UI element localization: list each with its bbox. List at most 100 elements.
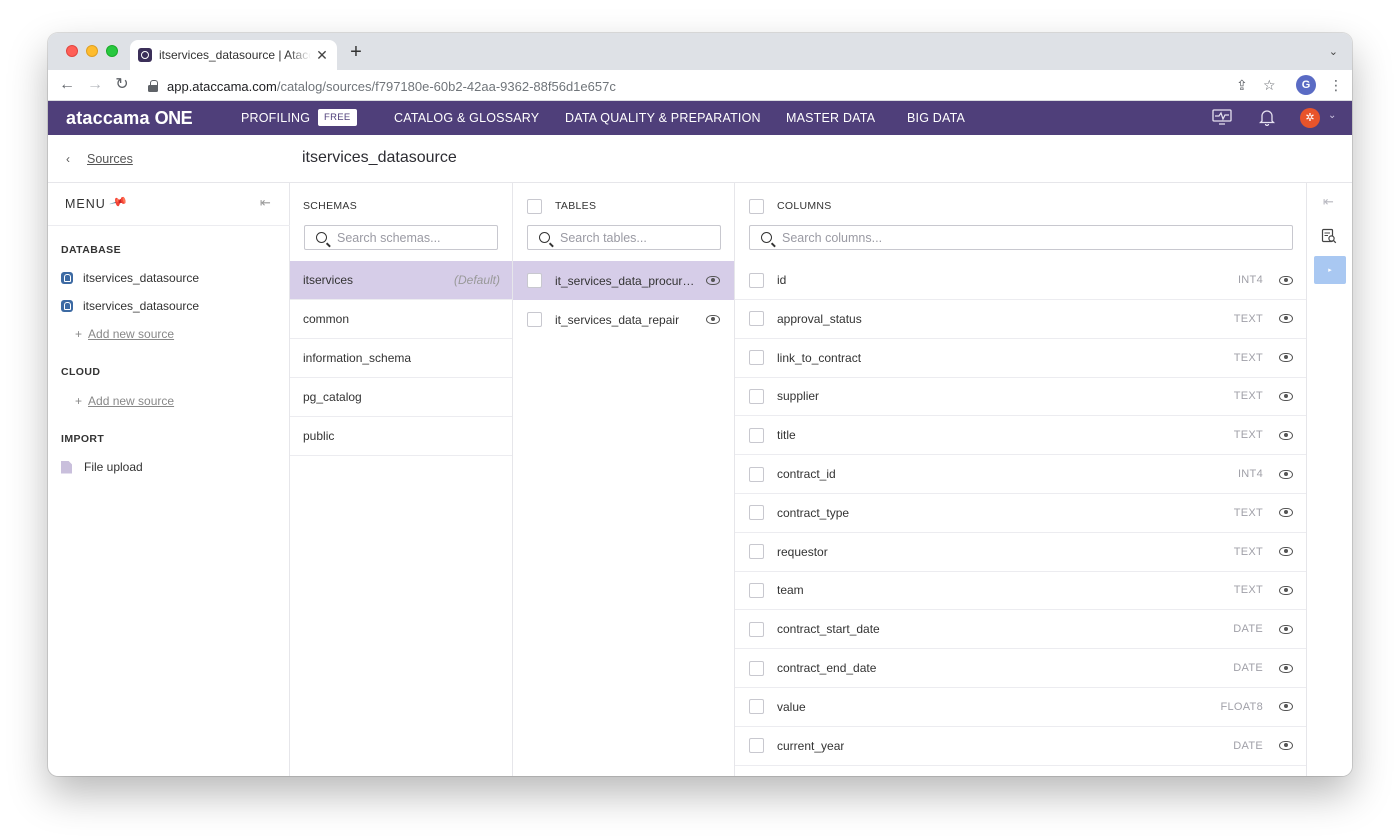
add-database-source-link[interactable]: + Add new source [75, 327, 174, 341]
search-schemas-input[interactable] [337, 230, 491, 245]
column-row[interactable]: value FLOAT8 [735, 688, 1306, 727]
search-columns-input[interactable] [782, 230, 1234, 245]
column-row[interactable]: contract_end_date DATE [735, 649, 1306, 688]
preview-eye-icon[interactable] [1279, 469, 1293, 479]
schema-row-public[interactable]: public [290, 417, 512, 456]
lock-icon [148, 80, 158, 92]
preview-eye-icon[interactable] [1279, 741, 1293, 751]
preview-eye-icon[interactable] [1279, 547, 1293, 557]
column-checkbox[interactable] [749, 699, 764, 715]
column-checkbox[interactable] [749, 660, 764, 676]
column-row[interactable]: title TEXT [735, 416, 1306, 456]
chevron-left-icon[interactable]: ‹ [66, 152, 70, 166]
preview-eye-icon[interactable] [1279, 430, 1293, 440]
preview-eye-icon[interactable] [1279, 314, 1293, 324]
browser-profile-avatar[interactable]: G [1296, 75, 1316, 95]
column-checkbox[interactable] [749, 350, 764, 366]
column-checkbox[interactable] [749, 738, 764, 754]
column-checkbox[interactable] [749, 466, 764, 482]
column-checkbox[interactable] [749, 272, 764, 288]
preview-eye-icon[interactable] [1279, 702, 1293, 712]
nav-catalog-glossary[interactable]: CATALOG & GLOSSARY [394, 111, 539, 125]
select-all-columns-checkbox[interactable] [749, 199, 764, 214]
close-tab-icon[interactable]: ✕ [315, 47, 329, 64]
share-icon[interactable]: ⇪ [1236, 77, 1248, 94]
minimize-window-button[interactable] [86, 45, 98, 57]
column-checkbox[interactable] [749, 311, 764, 327]
new-tab-button[interactable]: + [346, 42, 366, 62]
column-row[interactable]: id INT4 [735, 261, 1306, 300]
nav-data-quality-preparation[interactable]: DATA QUALITY & PREPARATION [565, 111, 761, 125]
preview-eye-icon[interactable] [1279, 585, 1293, 595]
schema-row-itservices[interactable]: itservices (Default) [290, 261, 512, 300]
column-row[interactable]: contract_start_date DATE [735, 610, 1306, 650]
collapse-menu-icon[interactable]: ⇤ [260, 195, 271, 211]
browser-menu-icon[interactable]: ⋮ [1329, 77, 1343, 94]
column-row[interactable]: approval_status TEXT [735, 300, 1306, 339]
column-row[interactable]: contract_id INT4 [735, 455, 1306, 494]
browser-tab[interactable]: itservices_datasource | Ataccama ONE ✕ [130, 40, 337, 70]
tab-search-chevron-icon[interactable]: ⌄ [1329, 45, 1338, 58]
forward-arrow-icon[interactable]: → [85, 75, 105, 95]
table-row[interactable]: it_services_data_repair [513, 300, 734, 339]
user-menu-chevron-icon[interactable]: ⌄ [1328, 110, 1336, 121]
schema-row-information-schema[interactable]: information_schema [290, 339, 512, 378]
column-checkbox[interactable] [749, 388, 764, 404]
free-badge: FREE [318, 109, 357, 126]
column-row[interactable]: contract_type TEXT [735, 494, 1306, 533]
select-all-tables-checkbox[interactable] [527, 199, 542, 214]
back-arrow-icon[interactable]: ← [57, 75, 77, 95]
preview-eye-icon[interactable] [706, 315, 720, 324]
database-item[interactable]: itservices_datasource [61, 299, 199, 313]
column-checkbox[interactable] [749, 582, 764, 598]
schema-row-pg-catalog[interactable]: pg_catalog [290, 378, 512, 417]
preview-eye-icon[interactable] [1279, 353, 1293, 363]
table-checkbox[interactable] [527, 273, 542, 288]
address-bar[interactable]: app.ataccama.com/catalog/sources/f797180… [148, 74, 1228, 98]
database-item[interactable]: itservices_datasource [61, 271, 199, 285]
nav-profiling[interactable]: PROFILING [241, 111, 310, 125]
plus-icon: + [75, 394, 83, 408]
expand-panel-icon[interactable]: ⇤ [1323, 194, 1334, 210]
sources-back-link[interactable]: Sources [87, 152, 133, 166]
preview-eye-icon[interactable] [1279, 508, 1293, 518]
close-window-button[interactable] [66, 45, 78, 57]
column-checkbox[interactable] [749, 621, 764, 637]
column-row[interactable]: link_to_contract TEXT [735, 339, 1306, 378]
data-search-icon[interactable] [1321, 228, 1337, 244]
right-rail: ⇤ ▸ [1307, 183, 1352, 776]
url-text[interactable]: app.ataccama.com/catalog/sources/f797180… [167, 79, 616, 94]
column-checkbox[interactable] [749, 505, 764, 521]
column-row[interactable]: team TEXT [735, 571, 1306, 611]
table-checkbox[interactable] [527, 312, 542, 327]
monitor-icon[interactable] [1212, 109, 1232, 129]
schema-row-common[interactable]: common [290, 300, 512, 339]
plus-icon: + [75, 327, 83, 341]
user-avatar[interactable]: ✲ [1300, 108, 1320, 128]
bookmark-star-icon[interactable]: ☆ [1263, 77, 1276, 94]
columns-header: COLUMNS [777, 200, 832, 212]
nav-big-data[interactable]: BIG DATA [907, 111, 965, 125]
ataccama-logo[interactable]: ataccama ONE [66, 108, 193, 129]
file-upload-item[interactable]: File upload [61, 460, 143, 474]
column-checkbox[interactable] [749, 544, 764, 560]
detail-panel-tab[interactable]: ▸ [1314, 256, 1346, 284]
search-tables-input[interactable] [560, 230, 714, 245]
preview-eye-icon[interactable] [1279, 663, 1293, 673]
column-row[interactable]: requestor TEXT [735, 533, 1306, 572]
schemas-panel: SCHEMAS itservices (Default) common info… [290, 183, 513, 776]
preview-eye-icon[interactable] [1279, 391, 1293, 401]
add-cloud-source-link[interactable]: + Add new source [75, 394, 174, 408]
pin-icon[interactable]: 📌 [109, 192, 129, 212]
table-row[interactable]: it_services_data_procurement [513, 261, 734, 300]
notification-bell-icon[interactable] [1258, 109, 1276, 130]
column-row[interactable]: supplier TEXT [735, 377, 1306, 417]
reload-icon[interactable]: ↻ [112, 75, 132, 95]
nav-master-data[interactable]: MASTER DATA [786, 111, 875, 125]
preview-eye-icon[interactable] [1279, 624, 1293, 634]
column-checkbox[interactable] [749, 427, 764, 443]
column-row[interactable]: current_year DATE [735, 727, 1306, 766]
maximize-window-button[interactable] [106, 45, 118, 57]
preview-eye-icon[interactable] [1279, 275, 1293, 285]
preview-eye-icon[interactable] [706, 276, 720, 285]
